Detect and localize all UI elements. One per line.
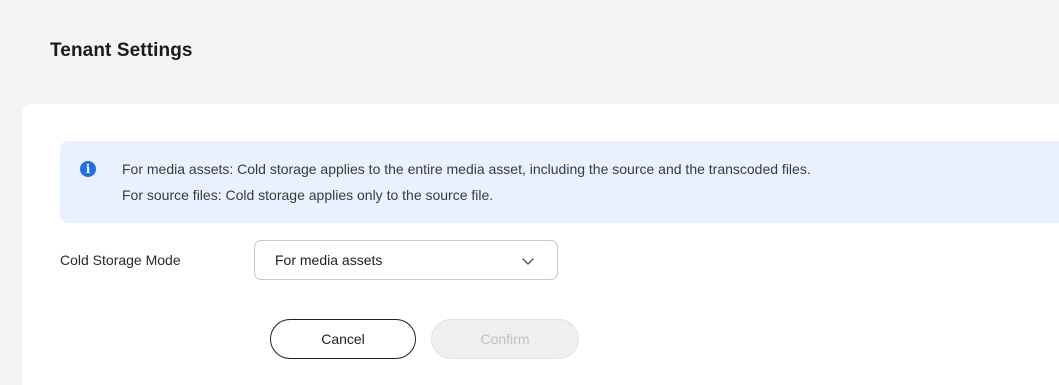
cancel-button[interactable]: Cancel bbox=[270, 319, 416, 359]
chevron-down-icon bbox=[522, 258, 534, 265]
confirm-button[interactable]: Confirm bbox=[431, 319, 579, 359]
cold-storage-mode-select[interactable]: For media assets bbox=[254, 240, 558, 280]
tenant-settings-page: Tenant Settings i For media assets: Cold… bbox=[0, 0, 1059, 385]
cold-storage-mode-value: For media assets bbox=[275, 252, 383, 268]
notice-line-media-assets: For media assets: Cold storage applies t… bbox=[122, 161, 811, 177]
info-icon: i bbox=[80, 161, 96, 177]
cold-storage-mode-label: Cold Storage Mode bbox=[60, 252, 181, 268]
page-title: Tenant Settings bbox=[50, 40, 193, 61]
notice-line-source-files: For source files: Cold storage applies o… bbox=[122, 187, 494, 203]
info-notice: i For media assets: Cold storage applies… bbox=[60, 141, 1059, 223]
